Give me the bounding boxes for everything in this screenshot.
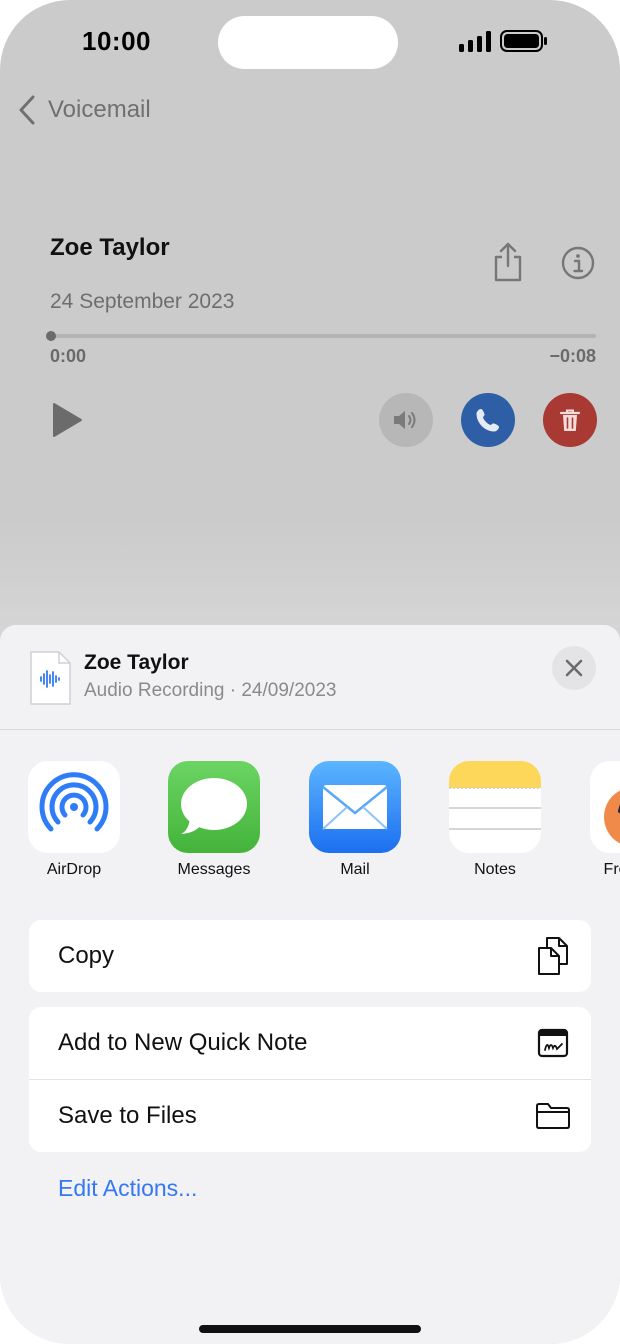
copy-icon	[535, 936, 571, 976]
save-to-files-label: Save to Files	[58, 1102, 197, 1129]
phone-screen: 10:00 Voicemail Zoe Taylor 24 September …	[0, 0, 620, 1344]
elapsed-time: 0:00	[50, 346, 87, 366]
share-sheet-subtitle: Audio Recording · 24/09/2023	[84, 680, 337, 701]
speaker-button[interactable]	[379, 393, 433, 447]
app-label: Mail	[340, 861, 370, 878]
home-indicator[interactable]	[199, 1325, 421, 1333]
delete-button[interactable]	[543, 393, 597, 447]
action-group-copy: Copy	[29, 920, 591, 992]
remaining-time: −0:08	[549, 346, 596, 366]
close-button[interactable]	[552, 646, 596, 690]
messages-icon	[168, 761, 260, 853]
battery-icon	[500, 30, 547, 52]
playback-scrubber[interactable]	[50, 334, 596, 338]
call-back-button[interactable]	[461, 393, 515, 447]
chevron-left-icon	[19, 95, 35, 125]
app-label: Messages	[177, 861, 251, 878]
dynamic-island	[218, 16, 398, 69]
quick-note-action[interactable]: Add to New Quick Note	[29, 1007, 591, 1079]
copy-action[interactable]: Copy	[29, 920, 591, 992]
notes-icon	[449, 761, 541, 853]
voicemail-date: 24 September 2023	[50, 290, 235, 313]
status-time: 10:00	[82, 26, 151, 56]
back-button[interactable]: Voicemail	[16, 90, 151, 130]
share-app-airdrop[interactable]: AirDrop	[4, 761, 144, 881]
quick-note-label: Add to New Quick Note	[58, 1029, 308, 1056]
action-group-notes-files: Add to New Quick Note Save to Files	[29, 1007, 591, 1152]
quick-note-icon	[535, 1023, 571, 1063]
app-label: Notes	[474, 861, 516, 878]
edit-actions-link[interactable]: Edit Actions...	[58, 1175, 197, 1202]
cellular-signal-icon	[459, 31, 491, 52]
freeform-icon	[590, 761, 620, 853]
share-app-mail[interactable]: Mail	[285, 761, 425, 881]
app-label: Freeform	[603, 861, 620, 878]
trash-icon	[559, 409, 581, 431]
play-button[interactable]	[50, 402, 84, 438]
audio-file-icon	[30, 651, 71, 705]
share-app-freeform[interactable]: Freeform	[566, 761, 620, 881]
share-icon[interactable]	[491, 241, 525, 283]
speaker-icon	[394, 411, 416, 429]
close-icon	[565, 659, 583, 677]
sheet-divider	[0, 729, 620, 730]
save-to-files-action[interactable]: Save to Files	[29, 1080, 591, 1152]
copy-label: Copy	[58, 942, 115, 969]
back-label: Voicemail	[48, 96, 151, 123]
mail-icon	[309, 761, 401, 853]
app-label: AirDrop	[46, 861, 102, 878]
playback-scrubber-knob[interactable]	[46, 331, 56, 341]
share-sheet-title: Zoe Taylor	[84, 651, 189, 674]
phone-icon	[476, 409, 499, 432]
airdrop-icon	[28, 761, 120, 853]
voicemail-caller-name: Zoe Taylor	[50, 234, 170, 261]
info-icon[interactable]	[561, 246, 595, 280]
share-app-notes[interactable]: Notes	[425, 761, 565, 881]
share-app-messages[interactable]: Messages	[144, 761, 284, 881]
folder-icon	[535, 1096, 571, 1136]
